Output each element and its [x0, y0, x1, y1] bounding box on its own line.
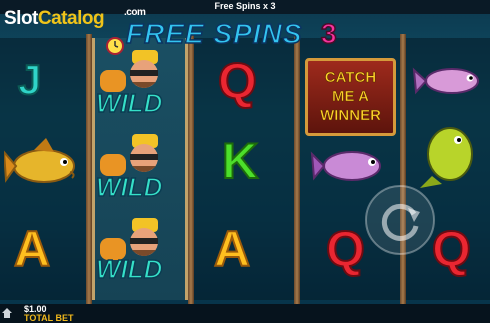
wild-label: WILD — [95, 87, 163, 119]
free-spins-count: 3 — [320, 17, 337, 50]
symbol-j: J — [17, 55, 42, 104]
symbol-q: Q — [325, 220, 366, 278]
symbol-q: Q — [431, 220, 472, 278]
bottom-bar: $1.00 TOTAL BET — [0, 304, 490, 323]
total-bet-label: TOTAL BET — [24, 313, 74, 323]
home-icon[interactable] — [2, 308, 12, 318]
clock-icon — [106, 37, 124, 55]
fish-symbol — [420, 127, 473, 188]
fish-symbol — [4, 138, 75, 183]
symbol-a: A — [13, 220, 51, 278]
symbol-k: K — [221, 132, 259, 190]
symbol-a: A — [213, 220, 251, 278]
wild-label: WILD — [95, 171, 163, 203]
watermark-catalog: Catalog — [37, 8, 105, 29]
free-spins-banner: FREE SPINS — [125, 17, 303, 50]
watermark-com: .com — [124, 7, 146, 18]
catch-line-1: CATCH — [324, 69, 377, 87]
slotcatalog-watermark: SlotCatalog .com — [4, 7, 146, 30]
game-stage: FREE SPINS 3 J A WILD WILD WILD Q K A CA… — [0, 14, 490, 304]
catch-me-a-winner-symbol: CATCH ME A WINNER — [305, 58, 396, 136]
catch-line-2: ME A — [332, 88, 370, 106]
circular-arrow-icon[interactable] — [364, 184, 436, 256]
symbol-q: Q — [217, 52, 258, 110]
watermark-slot: Slot — [4, 8, 38, 29]
wild-label: WILD — [95, 253, 163, 285]
catch-line-3: WINNER — [320, 107, 381, 125]
fish-symbol — [412, 67, 479, 95]
